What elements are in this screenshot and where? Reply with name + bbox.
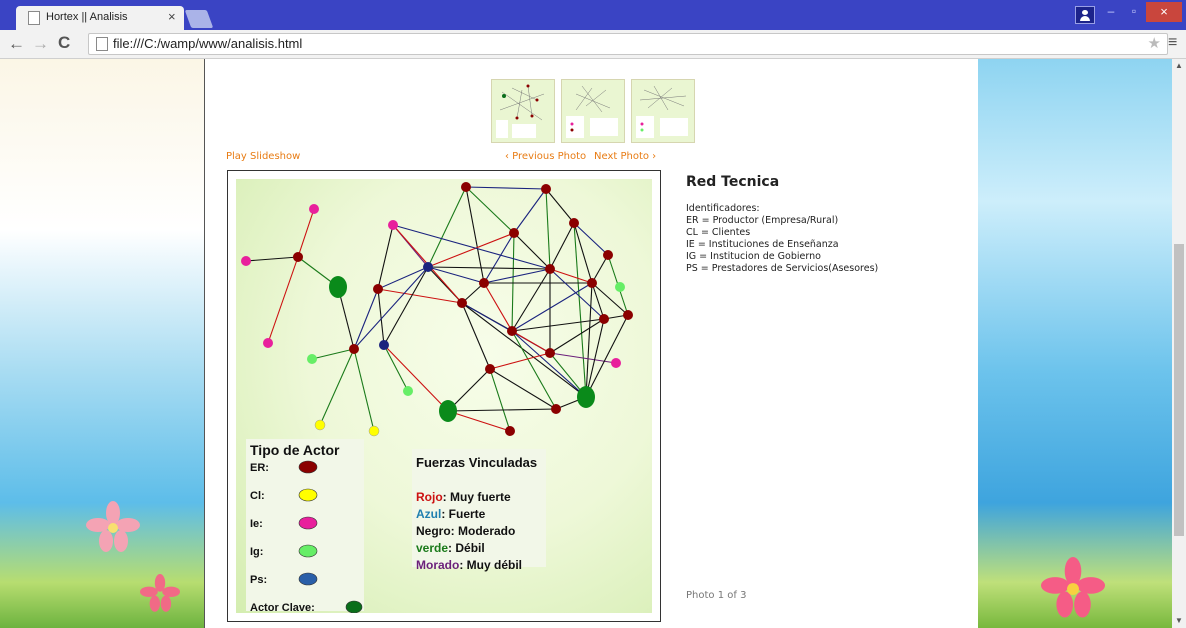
legend-actor-title: Tipo de Actor (250, 442, 340, 458)
next-photo-link[interactable]: Next Photo › (594, 151, 656, 162)
caption-line: PS = Prestadores de Servicios(Asesores) (686, 263, 879, 274)
new-tab-button[interactable] (184, 10, 214, 28)
bookmark-star-icon[interactable]: ★ (1148, 34, 1161, 52)
legend-force-item: verde: Débil (416, 541, 485, 555)
address-bar[interactable]: file:///C:/wamp/www/analisis.html ★ (88, 33, 1168, 55)
caption-line: IG = Institucion de Gobierno (686, 251, 821, 262)
content-panel: Play Slideshow ‹ Previous Photo Next Pho… (204, 59, 978, 628)
caption-line: CL = Clientes (686, 227, 751, 238)
tab-close-icon[interactable]: × (168, 9, 176, 24)
menu-icon[interactable]: ≡ (1168, 34, 1177, 52)
scroll-up-arrow-icon[interactable]: ▲ (1175, 61, 1183, 70)
legend-force-desc: : Moderado (451, 524, 516, 538)
legend-force-desc: : Muy débil (459, 558, 522, 572)
thumbnail-image (496, 84, 545, 138)
forward-arrow-icon[interactable]: → (32, 34, 49, 54)
photo-counter: Photo 1 of 3 (686, 590, 747, 601)
back-arrow-icon[interactable]: ← (8, 34, 25, 54)
background-right (977, 59, 1172, 628)
title-bar: Hortex || Analisis × – ▫ × (0, 0, 1186, 30)
background-left (0, 59, 204, 628)
legend-force-desc: : Débil (448, 541, 485, 555)
thumbnail-3[interactable] (631, 79, 695, 143)
url-text[interactable]: file:///C:/wamp/www/analisis.html (113, 36, 302, 51)
caption-line: Identificadores: (686, 203, 760, 214)
page-viewport: Play Slideshow ‹ Previous Photo Next Pho… (0, 59, 1172, 628)
legend-force-item: Negro: Moderado (416, 524, 515, 538)
caption-title: Red Tecnica (686, 174, 780, 190)
vertical-scrollbar[interactable]: ▲ ▼ (1172, 59, 1186, 628)
thumbnail-image (636, 85, 688, 138)
close-window-button[interactable]: × (1146, 2, 1182, 22)
thumbnail-2[interactable] (561, 79, 625, 143)
reload-icon[interactable]: C (58, 33, 70, 53)
browser-toolbar: ← → C file:///C:/wamp/www/analisis.html … (0, 30, 1186, 59)
legend-force-key: verde (416, 541, 448, 555)
legend-force-item: Rojo: Muy fuerte (416, 490, 511, 504)
network-graph: Tipo de Actor ER: Cl: Ie: Ig: Ps: Actor Clave… (241, 182, 633, 614)
legend-force-desc: : Muy fuerte (443, 490, 511, 504)
caption-body: Identificadores: ER = Productor (Empresa… (686, 203, 878, 275)
legend-actor-label: Ps: (250, 574, 267, 586)
browser-tab[interactable]: Hortex || Analisis × (16, 6, 184, 30)
main-photo[interactable]: Tipo de Actor ER: Cl: Ie: Ig: Ps: Actor Clave… (227, 170, 661, 622)
legend-actor-label: Cl: (250, 490, 265, 502)
legend-actor-label: ER: (250, 462, 269, 474)
legend-force-item: Azul: Fuerte (416, 507, 486, 521)
legend-actor-swatch (298, 460, 318, 474)
play-slideshow-link[interactable]: Play Slideshow (226, 151, 300, 162)
previous-photo-link[interactable]: ‹ Previous Photo (505, 151, 586, 162)
legend-actor-swatch (298, 544, 318, 558)
legend-force-item: Morado: Muy débil (416, 558, 522, 572)
caption-line: IE = Instituciones de Enseñanza (686, 239, 839, 250)
scroll-down-arrow-icon[interactable]: ▼ (1175, 616, 1183, 625)
legend-force-key: Negro (416, 524, 451, 538)
minimize-button[interactable]: – (1101, 4, 1121, 22)
legend-actor-swatch (298, 488, 318, 502)
thumbnail-1[interactable] (491, 79, 555, 143)
legend-force-key: Rojo (416, 490, 443, 504)
legend-actor-swatch (298, 572, 318, 586)
legend-actor-label: Ig: (250, 546, 263, 558)
profile-icon[interactable] (1075, 6, 1095, 24)
maximize-button[interactable]: ▫ (1124, 4, 1144, 22)
legend-actor-label: Actor Clave: (250, 602, 315, 613)
page-icon (96, 37, 108, 51)
legend-force-key: Azul (416, 507, 441, 521)
thumbnail-image (566, 85, 618, 138)
flower-icon (86, 501, 140, 552)
flower-icon (1041, 557, 1105, 618)
caption-line: ER = Productor (Empresa/Rural) (686, 215, 839, 226)
network-diagram: Tipo de Actor ER: Cl: Ie: Ig: Ps: Actor Clave… (236, 179, 652, 614)
legend-actor-swatch (298, 516, 318, 530)
legend-forces-title: Fuerzas Vinculadas (416, 455, 537, 470)
scroll-thumb[interactable] (1174, 244, 1184, 536)
flower-icon (140, 574, 180, 612)
tab-title: Hortex || Analisis (46, 11, 128, 23)
page-icon (28, 11, 40, 25)
legend-actor-swatch (345, 600, 363, 614)
legend-force-key: Morado (416, 558, 459, 572)
legend-force-desc: : Fuerte (441, 507, 485, 521)
legend-actor-label: Ie: (250, 518, 263, 530)
